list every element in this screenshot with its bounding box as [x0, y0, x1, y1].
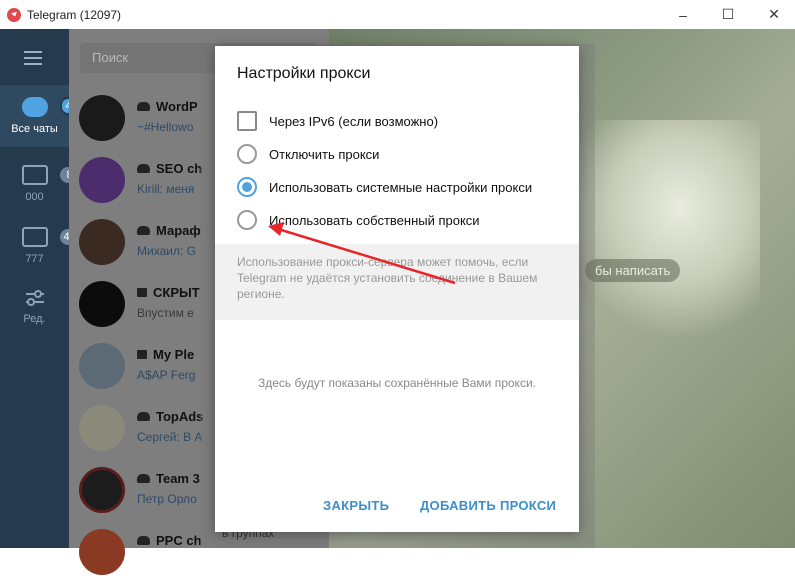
arrow-line: [277, 227, 456, 285]
arrow-head: [268, 222, 284, 236]
annotation-arrow: [268, 222, 456, 285]
